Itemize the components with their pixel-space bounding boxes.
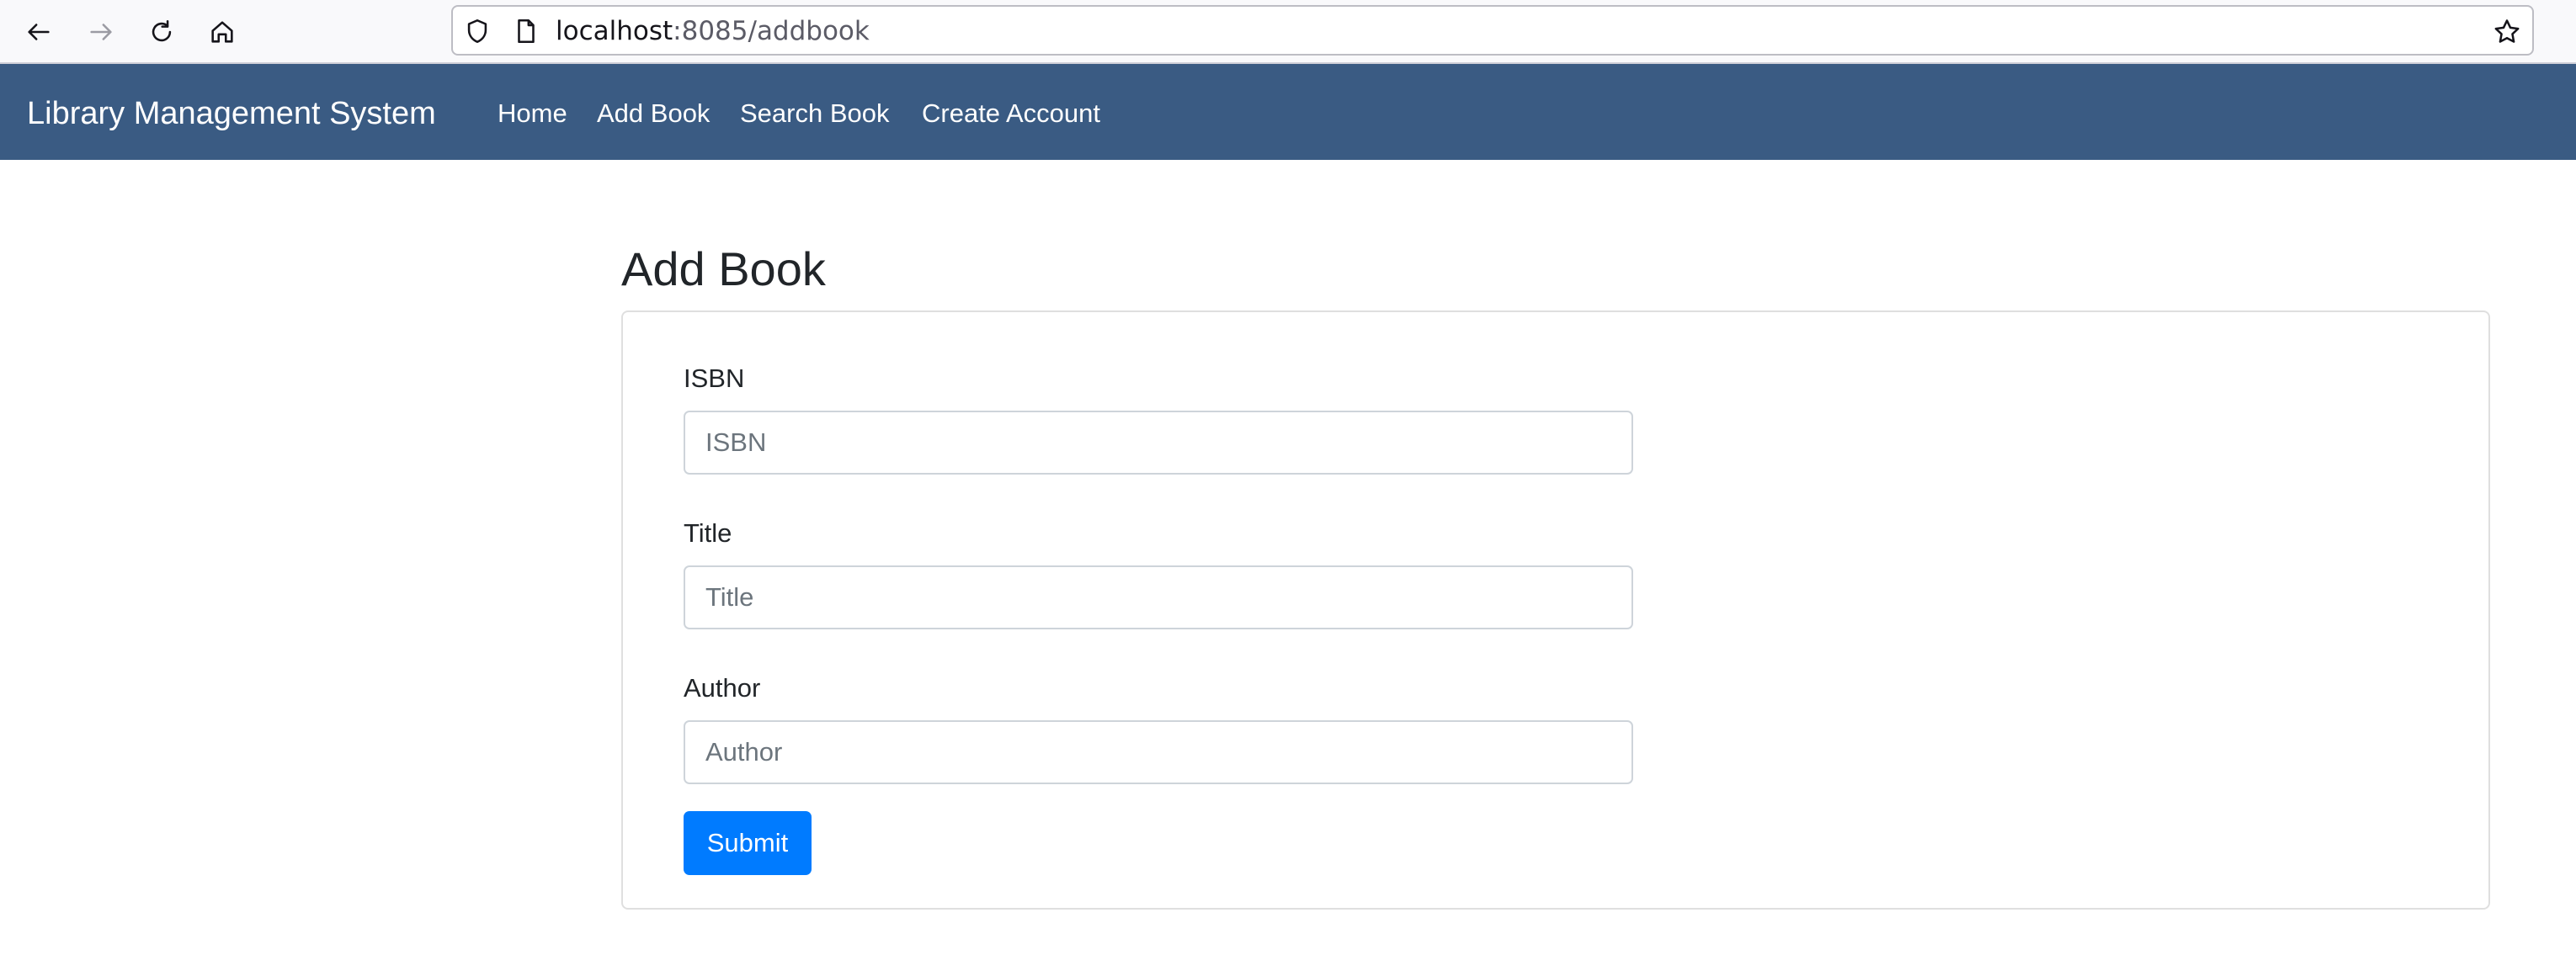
title-label: Title bbox=[684, 518, 732, 548]
browser-toolbar: localhost:8085/addbook bbox=[0, 0, 2576, 64]
back-arrow-icon[interactable] bbox=[17, 10, 61, 54]
author-label: Author bbox=[684, 673, 761, 703]
page-icon bbox=[518, 19, 535, 44]
isbn-input[interactable] bbox=[684, 411, 1633, 475]
author-input[interactable] bbox=[684, 720, 1633, 784]
page-title: Add Book bbox=[621, 242, 826, 295]
home-icon[interactable] bbox=[200, 10, 244, 54]
url-host: localhost bbox=[556, 16, 673, 46]
isbn-label: ISBN bbox=[684, 363, 745, 393]
forward-arrow-icon[interactable] bbox=[79, 10, 123, 54]
brand-title[interactable]: Library Management System bbox=[27, 94, 436, 133]
nav-link-add-book[interactable]: Add Book bbox=[597, 98, 710, 130]
url-path: :8085/addbook bbox=[673, 16, 870, 46]
nav-link-search-book[interactable]: Search Book bbox=[740, 98, 890, 130]
star-icon[interactable] bbox=[2492, 17, 2522, 47]
submit-button[interactable]: Submit bbox=[684, 811, 812, 875]
app-navbar: Library Management System Home Add Book … bbox=[0, 64, 2576, 160]
title-input[interactable] bbox=[684, 565, 1633, 629]
add-book-form-card: ISBN Title Author Submit bbox=[621, 310, 2490, 910]
nav-link-home[interactable]: Home bbox=[498, 98, 567, 130]
reload-icon[interactable] bbox=[140, 10, 184, 54]
shield-icon[interactable] bbox=[463, 17, 492, 45]
nav-link-create-account[interactable]: Create Account bbox=[922, 98, 1100, 130]
address-bar[interactable]: localhost:8085/addbook bbox=[451, 5, 2534, 56]
url-text[interactable]: localhost:8085/addbook bbox=[556, 17, 870, 45]
